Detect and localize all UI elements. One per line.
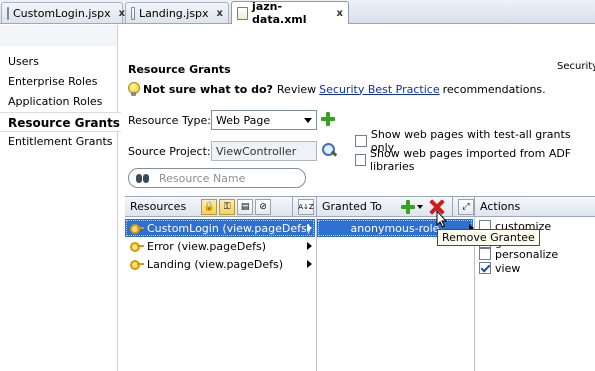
dropdown-arrow-icon: [304, 118, 312, 123]
source-project-label: Source Project:: [128, 145, 211, 158]
grants-grid: Resources 🔒 ⚿ ▤ ⊘ A↓Z Granted To ⤢ Actio…: [125, 196, 595, 371]
hint-review: Review: [276, 82, 317, 96]
checkbox-box[interactable]: [479, 262, 491, 274]
checkbox-box[interactable]: [479, 248, 491, 260]
source-project-field: ViewController: [211, 141, 317, 161]
search-placeholder: Resource Name: [159, 171, 246, 185]
tab-label: CustomLogin.jspx: [13, 6, 111, 20]
add-resource-button[interactable]: [321, 112, 335, 126]
resource-type-select[interactable]: Web Page: [211, 110, 317, 130]
expand-panel-icon[interactable]: ⤢: [458, 198, 474, 215]
list-item[interactable]: Error (view.pageDefs): [125, 237, 315, 255]
actions-toggle-header: ⤢: [453, 197, 475, 217]
tab-label: jazn-data.xml: [252, 0, 307, 26]
browse-project-button[interactable]: [321, 142, 337, 158]
checkbox-box[interactable]: [355, 154, 367, 166]
key-icon: [130, 241, 144, 252]
plus-icon: [400, 199, 415, 214]
sort-header: A↓Z: [293, 197, 317, 217]
editor-tab-bar: CustomLogin.jspx x Landing.jspx x jazn-d…: [0, 0, 595, 26]
resources-list: CustomLogin (view.pageDefs) Error (view.…: [125, 218, 317, 371]
lightbulb-icon: [128, 82, 140, 96]
page-title: Resource Grants: [128, 63, 231, 76]
resource-label: CustomLogin (view.pageDefs): [147, 221, 312, 235]
nav-item-entitlement-grants[interactable]: Entitlement Grants: [0, 132, 118, 152]
close-icon[interactable]: x: [337, 8, 343, 19]
granted-to-header: Granted To: [317, 197, 453, 217]
list-item[interactable]: Landing (view.pageDefs): [125, 255, 315, 273]
magnifier-icon: [321, 142, 337, 158]
resource-label: Error (view.pageDefs): [147, 239, 267, 253]
close-icon[interactable]: x: [217, 8, 223, 19]
hint-prefix: Not sure what to do?: [143, 82, 273, 96]
lock-icon[interactable]: 🔒: [201, 198, 218, 215]
expand-arrow-icon[interactable]: [307, 242, 312, 250]
page-filter-icon[interactable]: ▤: [237, 198, 254, 215]
tab-label: Landing.jspx: [138, 6, 209, 20]
actions-header-label: Actions: [480, 200, 521, 213]
jspx-file-icon: [7, 6, 9, 20]
checkbox-label: Show web pages imported from ADF librari…: [370, 147, 572, 173]
sort-az-icon[interactable]: A↓Z: [298, 198, 314, 215]
dropdown-arrow-icon: [416, 204, 423, 209]
nav-item-resource-grants[interactable]: Resource Grants: [0, 112, 121, 132]
add-grantee-button[interactable]: [400, 199, 423, 214]
key-icon: [130, 223, 144, 234]
left-navigation: Users Enterprise Roles Application Roles…: [0, 46, 121, 371]
tab-jazn-data[interactable]: jazn-data.xml x: [231, 0, 349, 26]
expand-arrow-icon[interactable]: [307, 260, 312, 268]
list-item[interactable]: CustomLogin (view.pageDefs): [125, 219, 315, 237]
granted-to-header-label: Granted To: [322, 200, 382, 213]
resource-label: Landing (view.pageDefs): [147, 257, 284, 271]
security-best-practice-link[interactable]: Security Best Practice: [319, 83, 439, 96]
hint-suffix: recommendations.: [442, 82, 546, 96]
resources-header: Resources 🔒 ⚿ ▤ ⊘: [125, 197, 293, 217]
action-label: view: [495, 261, 521, 275]
resource-type-value: Web Page: [216, 113, 271, 127]
key-icon: [130, 259, 144, 270]
plus-icon: [321, 112, 335, 126]
key-filter-icon[interactable]: ⚿: [219, 198, 236, 215]
no-grant-filter-icon[interactable]: ⊘: [255, 198, 272, 215]
action-personalize[interactable]: personalize: [479, 247, 558, 261]
nav-item-application-roles[interactable]: Application Roles: [0, 92, 118, 112]
action-view[interactable]: view: [479, 261, 520, 275]
expand-arrow-icon[interactable]: [307, 224, 312, 232]
source-project-value: ViewController: [216, 144, 297, 158]
actions-header: Actions: [475, 197, 595, 217]
nav-header-gap: [0, 25, 118, 46]
jspx-file-icon: [131, 6, 135, 20]
security-label: Security: [557, 61, 595, 72]
nav-item-enterprise-roles[interactable]: Enterprise Roles: [0, 72, 118, 92]
tab-customlogin[interactable]: CustomLogin.jspx x: [1, 2, 125, 23]
tab-landing[interactable]: Landing.jspx x: [125, 2, 229, 23]
resources-header-label: Resources: [130, 200, 187, 213]
adf-libraries-checkbox[interactable]: Show web pages imported from ADF librari…: [355, 147, 595, 173]
resource-type-label: Resource Type:: [128, 114, 211, 127]
action-label: personalize: [495, 247, 559, 261]
checkbox-box[interactable]: [355, 135, 367, 147]
binoculars-icon: [135, 172, 151, 184]
nav-item-users[interactable]: Users: [0, 52, 118, 72]
resource-name-search[interactable]: Resource Name: [128, 168, 306, 188]
hint-line: Not sure what to do? Review Security Bes…: [128, 82, 546, 96]
remove-grantee-tooltip: Remove Grantee: [437, 229, 540, 246]
grantee-label: anonymous-role: [350, 221, 440, 235]
xml-file-icon: [237, 6, 249, 20]
